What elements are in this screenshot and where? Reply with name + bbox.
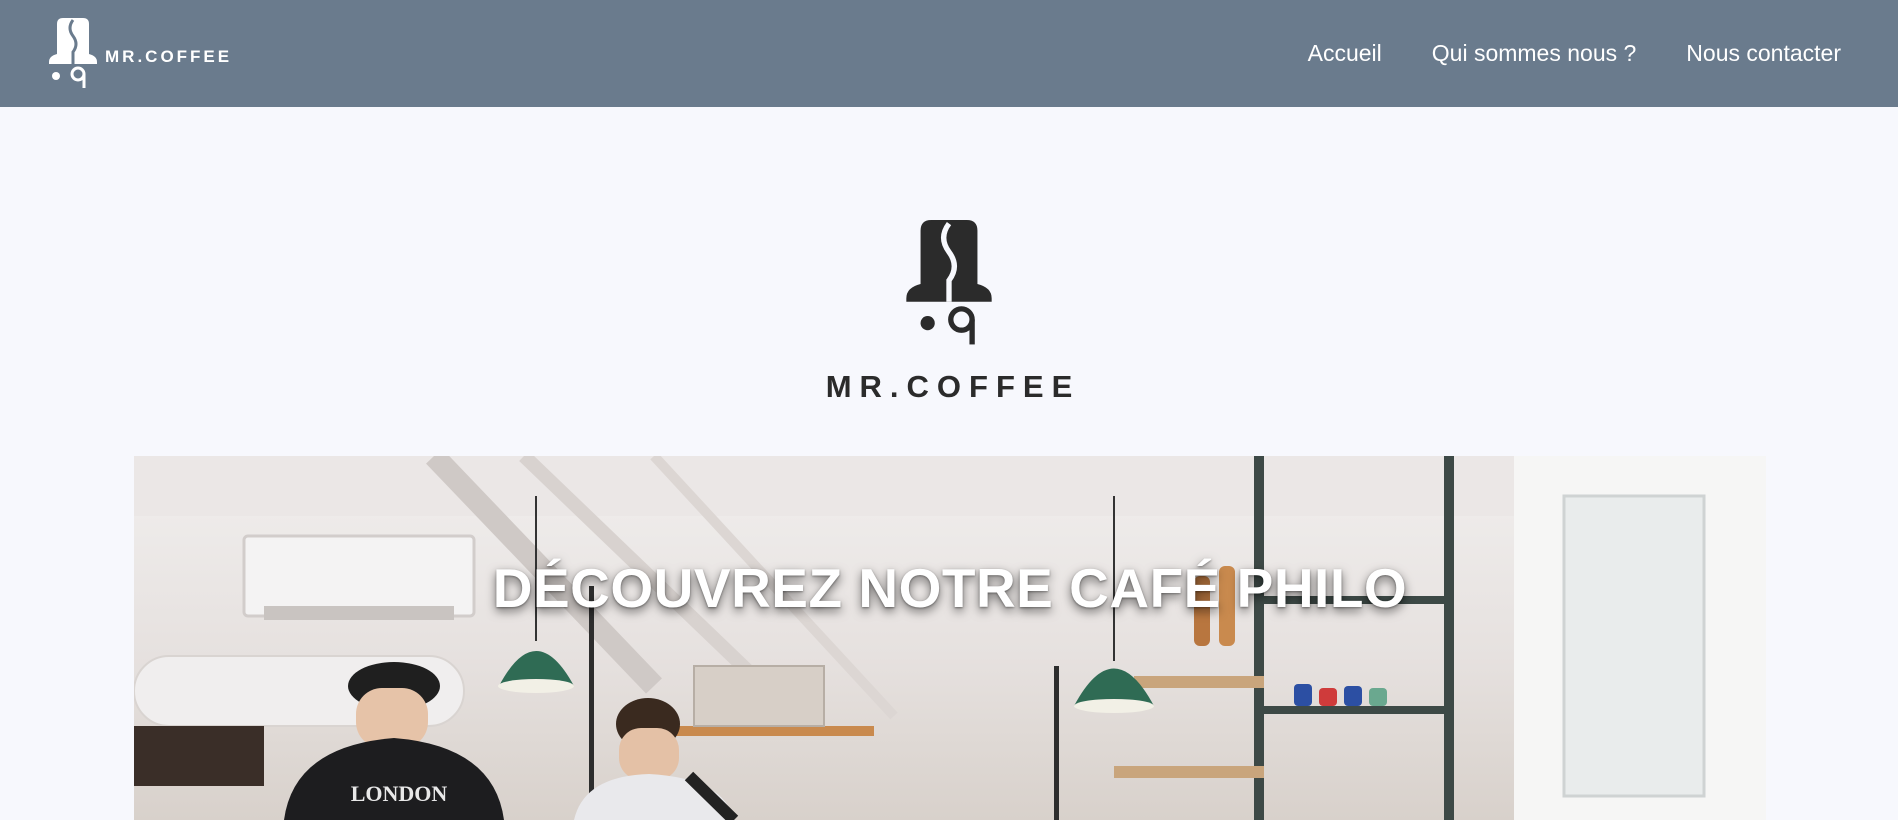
nav-link-qui-sommes-nous[interactable]: Qui sommes nous ?	[1432, 40, 1637, 67]
coffee-bell-logo-icon	[49, 17, 97, 90]
cafe-banner: LONDON DÉCOUVREZ NOTRE CAFÉ PHILO	[134, 456, 1766, 820]
nav-link-nous-contacter[interactable]: Nous contacter	[1686, 40, 1841, 67]
nav-link-accueil[interactable]: Accueil	[1308, 40, 1382, 67]
hero-brand-name: MR.COFFEE	[825, 369, 1081, 404]
cafe-interior-image: LONDON	[134, 456, 1766, 820]
brand-home-link[interactable]: MR.COFFEE	[49, 17, 233, 90]
hero-logo-block: MR.COFFEE	[0, 220, 1898, 405]
top-navbar: MR.COFFEE Accueil Qui sommes nous ? Nous…	[0, 0, 1898, 107]
banner-title: DÉCOUVREZ NOTRE CAFÉ PHILO	[492, 557, 1408, 619]
main-nav: Accueil Qui sommes nous ? Nous contacter	[1308, 40, 1841, 67]
shirt-print-text: LONDON	[351, 781, 448, 806]
brand-name: MR.COFFEE	[105, 46, 233, 66]
coffee-bell-logo-icon	[906, 220, 992, 353]
